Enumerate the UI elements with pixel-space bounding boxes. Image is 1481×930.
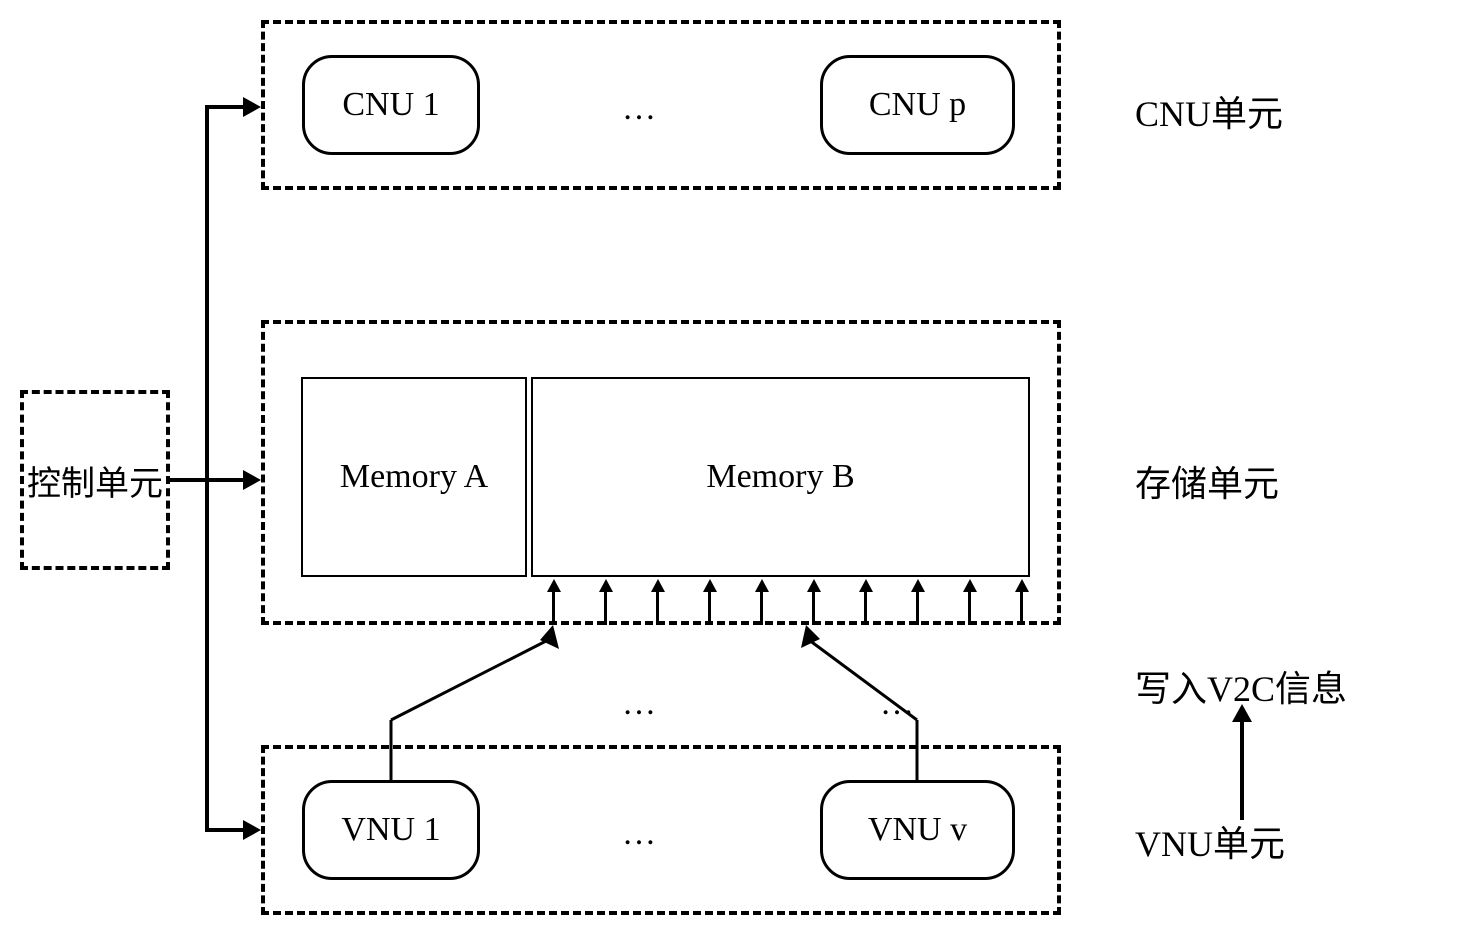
write-arrow-line	[1240, 720, 1244, 820]
write-arrow-head	[1232, 704, 1252, 722]
vnuv-to-memory-connector	[0, 0, 1481, 930]
